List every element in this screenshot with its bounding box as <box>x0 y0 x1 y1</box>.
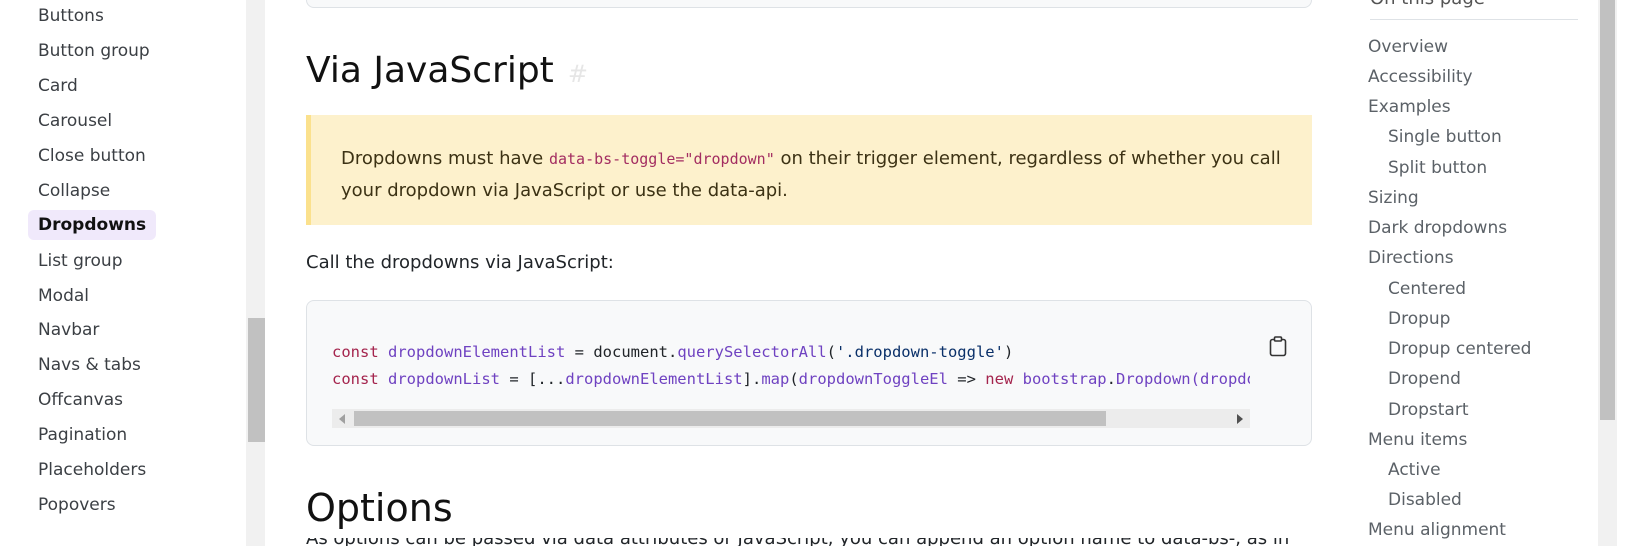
toc-item-menu-alignment[interactable]: Menu alignment <box>1368 518 1506 542</box>
table-of-contents: On this page Overview Accessibility Exam… <box>1362 0 1582 546</box>
toc-item-sizing[interactable]: Sizing <box>1368 186 1419 210</box>
toc-item-split-button[interactable]: Split button <box>1388 156 1487 180</box>
code-snippet: const dropdownElementList = document.que… <box>306 300 1312 446</box>
toc-item-centered[interactable]: Centered <box>1388 277 1466 301</box>
sidebar-item-navbar[interactable]: Navbar <box>28 315 109 345</box>
code-class: Dropdown <box>1115 370 1191 388</box>
code-string: '.dropdown-toggle' <box>835 343 1004 361</box>
code-variable: dropdownElementList <box>388 343 566 361</box>
toc-item-single-button[interactable]: Single button <box>1388 125 1502 149</box>
toc-item-dropup-centered[interactable]: Dropup centered <box>1388 337 1531 361</box>
code-text: ( <box>826 343 836 361</box>
sidebar-scrollbar-track[interactable] <box>246 0 265 546</box>
code-object: bootstrap <box>1022 370 1107 388</box>
sidebar-item-placeholders[interactable]: Placeholders <box>28 455 156 485</box>
toc-item-active[interactable]: Active <box>1388 458 1441 482</box>
code-line-1: const dropdownElementList = document.que… <box>332 343 1013 361</box>
toc-title: On this page <box>1370 0 1485 9</box>
code-function: map <box>761 370 790 388</box>
sidebar-nav: Buttons Button group Card Carousel Close… <box>0 0 246 546</box>
code-text: . <box>1106 370 1116 388</box>
callout-inline-code: data-bs-toggle="dropdown" <box>548 150 775 168</box>
sidebar-item-pagination[interactable]: Pagination <box>28 420 137 450</box>
toc-divider <box>1370 19 1578 20</box>
code-scrollbar-thumb[interactable] <box>354 411 1106 426</box>
sidebar-item-button-group[interactable]: Button group <box>28 36 160 66</box>
code-text: ) <box>1003 343 1014 361</box>
code-parameter: dropdownToggleEl <box>798 370 948 388</box>
sidebar-item-dropdowns[interactable]: Dropdowns <box>28 210 157 240</box>
section-heading-options: Options <box>306 486 453 530</box>
code-line-2: const dropdownList = [...dropdownElement… <box>332 370 1250 388</box>
sidebar-item-popovers[interactable]: Popovers <box>28 490 126 520</box>
code-text: ( <box>789 370 799 388</box>
options-paragraph-cut: As options can be passed via data attrib… <box>306 538 1312 546</box>
scroll-right-arrow-icon[interactable] <box>1237 414 1243 424</box>
toc-item-directions[interactable]: Directions <box>1368 246 1454 270</box>
sidebar-item-carousel[interactable]: Carousel <box>28 106 122 136</box>
code-keyword: new <box>985 370 1014 388</box>
code-variable: dropdownList <box>388 370 500 388</box>
options-paragraph: As options can be passed via data attrib… <box>306 538 1312 546</box>
heading-anchor-link[interactable]: # <box>568 60 588 88</box>
section-heading-via-javascript: Via JavaScript # <box>306 50 588 91</box>
copy-button[interactable] <box>1267 335 1289 357</box>
code-text: => <box>947 370 986 388</box>
code-function: querySelectorAll <box>677 343 827 361</box>
main-content: Via JavaScript # Dropdowns must have data… <box>265 0 1332 546</box>
code-lines: const dropdownElementList = document.que… <box>332 339 1250 393</box>
sidebar-scrollbar-thumb[interactable] <box>248 318 265 442</box>
sidebar-item-modal[interactable]: Modal <box>28 281 99 311</box>
call-dropdowns-text: Call the dropdowns via JavaScript: <box>306 252 614 273</box>
previous-code-block <box>306 0 1312 8</box>
toc-item-disabled[interactable]: Disabled <box>1388 488 1462 512</box>
toc-item-dark-dropdowns[interactable]: Dark dropdowns <box>1368 216 1507 240</box>
toc-item-menu-items[interactable]: Menu items <box>1368 428 1467 452</box>
sidebar-item-close-button[interactable]: Close button <box>28 141 156 171</box>
warning-callout: Dropdowns must have data-bs-toggle="drop… <box>306 115 1312 225</box>
scroll-left-arrow-icon[interactable] <box>339 414 345 424</box>
code-text: = [... <box>500 370 566 388</box>
sidebar-item-navs-tabs[interactable]: Navs & tabs <box>28 350 151 380</box>
code-keyword: const <box>332 370 379 388</box>
sidebar-item-list-group[interactable]: List group <box>28 246 133 276</box>
toc-item-examples[interactable]: Examples <box>1368 95 1451 119</box>
code-text: = document. <box>565 343 678 361</box>
code-keyword: const <box>332 343 379 361</box>
toc-item-overview[interactable]: Overview <box>1368 35 1448 59</box>
sidebar-item-buttons[interactable]: Buttons <box>28 1 114 31</box>
code-horizontal-scrollbar[interactable] <box>332 409 1250 428</box>
toc-item-dropup[interactable]: Dropup <box>1388 307 1450 331</box>
toc-item-accessibility[interactable]: Accessibility <box>1368 65 1473 89</box>
code-variable: dropdownElementList <box>565 370 743 388</box>
page-scrollbar-thumb[interactable] <box>1600 0 1615 420</box>
heading-text: Via JavaScript <box>306 50 554 91</box>
clipboard-icon <box>1269 336 1287 357</box>
sidebar-item-collapse[interactable]: Collapse <box>28 176 120 206</box>
code-text: (dropdownToggleEl)) <box>1190 370 1250 388</box>
toc-item-dropstart[interactable]: Dropstart <box>1388 398 1469 422</box>
toc-item-dropend[interactable]: Dropend <box>1388 367 1461 391</box>
code-text: ]. <box>742 370 762 388</box>
sidebar-item-offcanvas[interactable]: Offcanvas <box>28 385 133 415</box>
sidebar-item-card[interactable]: Card <box>28 71 88 101</box>
callout-text-before: Dropdowns must have <box>341 148 549 169</box>
